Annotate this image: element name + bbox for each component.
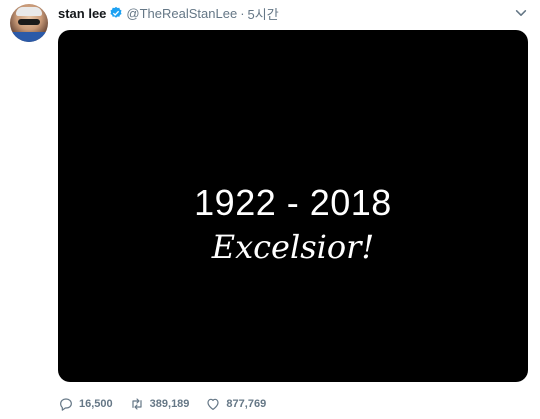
retweet-button[interactable]: 389,189 (129, 396, 190, 412)
avatar-glasses (18, 19, 40, 25)
avatar-hair (16, 7, 42, 16)
avatar-shirt (10, 32, 48, 42)
retweet-icon (132, 398, 142, 410)
author-handle[interactable]: @TheRealStanLee (126, 6, 237, 21)
tweet-header: stan lee @TheRealStanLee · 5시간 (58, 4, 279, 22)
retweet-count: 389,189 (149, 398, 190, 410)
image-motto-text: Excelsior! (211, 228, 375, 266)
timestamp[interactable]: 5시간 (248, 4, 279, 23)
author-name[interactable]: stan lee (58, 6, 106, 21)
tweet-actions: 16,500 389,189 877,769 (58, 396, 282, 412)
verified-badge-icon (109, 6, 123, 20)
like-icon (207, 398, 220, 410)
reply-icon (60, 398, 72, 411)
chevron-down-icon[interactable] (514, 6, 528, 20)
tweet[interactable]: stan lee @TheRealStanLee · 5시간 1922 - 20… (0, 0, 540, 419)
like-button[interactable]: 877,769 (205, 396, 266, 412)
reply-count: 16,500 (79, 398, 113, 410)
separator-dot: · (240, 5, 245, 21)
reply-button[interactable]: 16,500 (58, 396, 113, 412)
avatar[interactable] (10, 4, 48, 42)
image-years-text: 1922 - 2018 (194, 182, 392, 223)
tweet-image[interactable]: 1922 - 2018 Excelsior! (58, 30, 528, 382)
like-count: 877,769 (226, 398, 267, 410)
